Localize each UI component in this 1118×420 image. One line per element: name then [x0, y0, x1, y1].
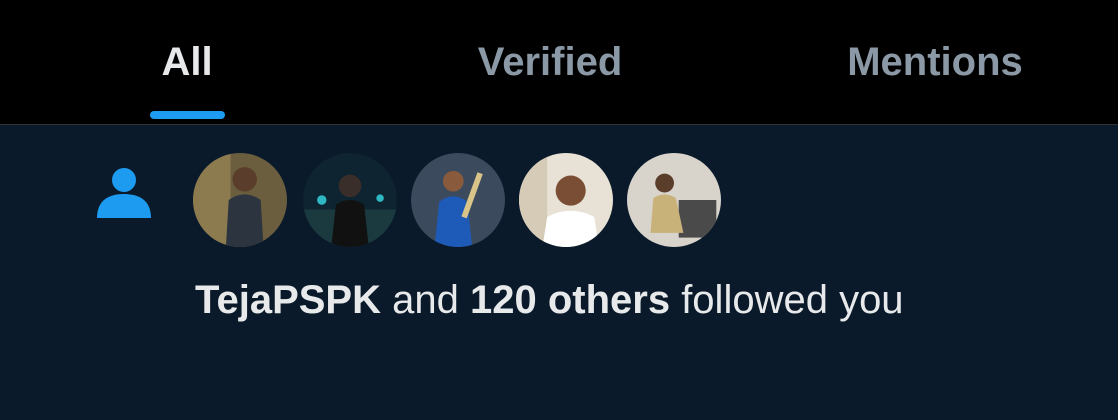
notification-text: TejaPSPK and 120 others followed you: [195, 278, 904, 322]
tab-verified[interactable]: Verified: [430, 0, 670, 124]
avatar[interactable]: [408, 150, 508, 250]
avatar[interactable]: [300, 150, 400, 250]
tab-all[interactable]: All: [100, 0, 274, 124]
notification-tabs: All Verified Mentions: [0, 0, 1118, 125]
tab-mentions[interactable]: Mentions: [800, 0, 1070, 124]
avatar[interactable]: [516, 150, 616, 250]
person-icon: [97, 168, 151, 218]
active-tab-indicator: [150, 111, 225, 119]
follower-name[interactable]: TejaPSPK: [195, 278, 381, 322]
others-count[interactable]: 120 others: [470, 278, 670, 322]
avatar[interactable]: [190, 150, 290, 250]
avatar[interactable]: [624, 150, 724, 250]
